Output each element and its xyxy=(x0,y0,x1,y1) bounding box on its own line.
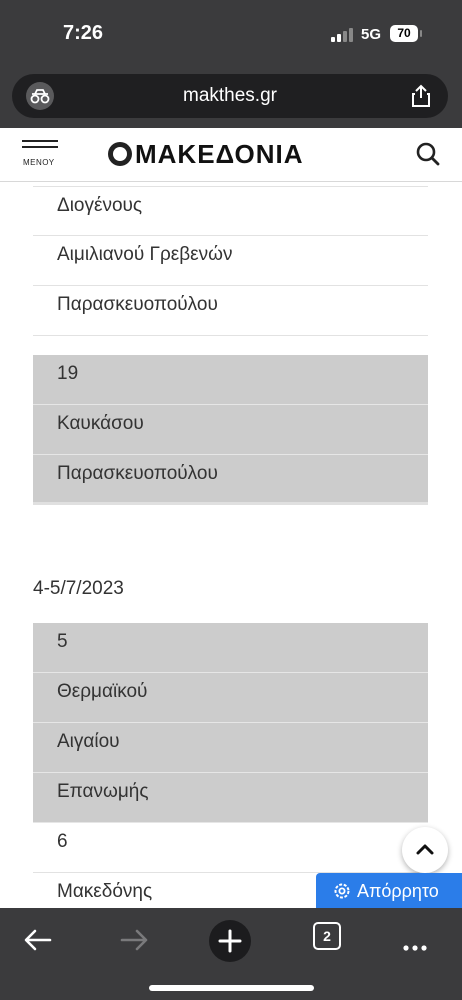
ellipsis-icon xyxy=(403,945,427,951)
streets-table: Διογένους Αιμιλιανού Γρεβενών Παρασκευοπ… xyxy=(33,186,428,336)
home-indicator xyxy=(149,985,314,991)
table-row: 5 xyxy=(33,623,428,673)
tabs-button[interactable]: 2 xyxy=(313,922,341,950)
site-logo[interactable]: ΜΑΚΕΔΟΝΙΑ xyxy=(108,139,304,169)
table-row: Διογένους xyxy=(33,186,428,236)
hamburger-icon-bar xyxy=(22,146,58,148)
share-icon[interactable] xyxy=(408,83,434,109)
forward-button[interactable] xyxy=(116,922,152,958)
scroll-to-top-button[interactable] xyxy=(402,827,448,873)
table-row: 6 xyxy=(33,823,428,873)
chevron-up-icon xyxy=(416,844,434,855)
table-row: Θερμαϊκού xyxy=(33,673,428,723)
streets-table: 19 Καυκάσου Παρασκευοπούλου xyxy=(33,355,428,505)
site-header: ΜΕΝΟΥ ΜΑΚΕΔΟΝΙΑ xyxy=(0,128,462,182)
table-row: Καυκάσου xyxy=(33,405,428,455)
table-row: Αιγαίου xyxy=(33,723,428,773)
search-button[interactable] xyxy=(414,140,442,173)
table-row: Παρασκευοπούλου xyxy=(33,455,428,505)
search-icon xyxy=(416,142,440,166)
date-heading: 4-5/7/2023 xyxy=(33,578,124,599)
article-content: Διογένους Αιμιλιανού Γρεβενών Παρασκευοπ… xyxy=(0,182,462,908)
privacy-label: Απόρρητο xyxy=(357,881,439,901)
battery-icon: 70 xyxy=(390,25,422,42)
logo-emblem-icon xyxy=(108,142,132,166)
url-text[interactable]: makthes.gr xyxy=(12,85,448,107)
gear-icon xyxy=(334,883,350,899)
network-type: 5G xyxy=(361,26,382,43)
browser-top-chrome: 7:26 5G 70 makthes.gr xyxy=(0,0,462,128)
table-row: 19 xyxy=(33,355,428,405)
back-button[interactable] xyxy=(20,922,56,958)
arrow-left-icon xyxy=(24,929,52,951)
privacy-settings-button[interactable]: Απόρρητο xyxy=(316,873,462,909)
table-row: Αιμιλιανού Γρεβενών xyxy=(33,236,428,286)
hamburger-icon xyxy=(22,140,58,142)
signal-icon xyxy=(331,28,355,42)
new-tab-button[interactable] xyxy=(209,920,251,962)
table-row: Επανωμής xyxy=(33,773,428,823)
status-time: 7:26 xyxy=(63,22,104,44)
table-row: Παρασκευοπούλου xyxy=(33,286,428,336)
streets-table: 5 Θερμαϊκού Αιγαίου Επανωμής xyxy=(33,623,428,823)
address-bar[interactable]: makthes.gr xyxy=(12,74,448,118)
arrow-right-icon xyxy=(120,929,148,951)
more-button[interactable] xyxy=(398,922,434,958)
plus-icon xyxy=(218,929,242,953)
menu-label: ΜΕΝΟΥ xyxy=(23,158,55,167)
logo-text: ΜΑΚΕΔΟΝΙΑ xyxy=(135,138,304,169)
